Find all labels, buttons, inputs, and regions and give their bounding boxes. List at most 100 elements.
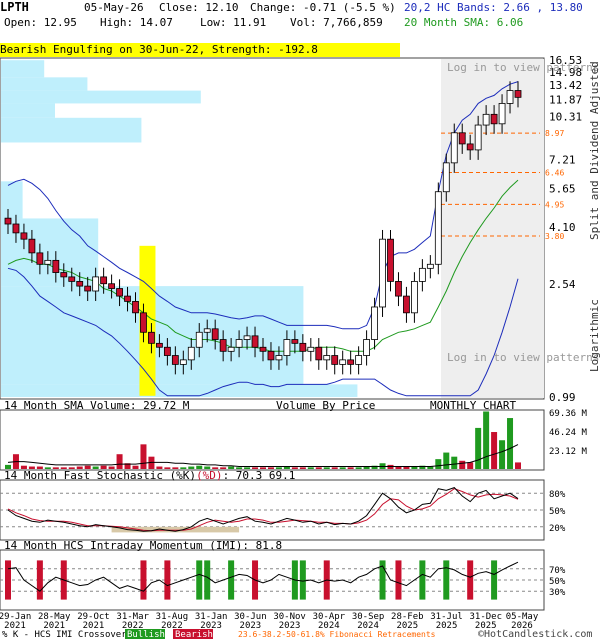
login-notice-top-text: Log in to view patterns in this area — [447, 61, 600, 74]
fib-label-2: 4.95 — [545, 200, 564, 209]
imi-line — [7, 561, 519, 592]
login-notice-bottom[interactable]: Log in to view patterns in this area — [447, 351, 600, 364]
bullish-marker-37 — [299, 560, 306, 600]
footer-legend: % K - HCS IMI Crossover: — [2, 630, 132, 640]
volume-bar-59 — [475, 427, 482, 469]
candle-body-64 — [514, 90, 522, 98]
candle-body-47 — [379, 238, 386, 308]
candle-body-15 — [124, 295, 131, 302]
monthly-title: MONTHLY CHART — [430, 399, 516, 412]
candle-body-63 — [506, 90, 514, 104]
volume-bar-54 — [435, 459, 442, 469]
candle-body-14 — [116, 288, 123, 297]
candle-body-52 — [418, 267, 426, 282]
stoch-tick-80: 80% — [549, 490, 566, 500]
candle-body-29 — [235, 339, 243, 348]
candle-body-53 — [426, 263, 434, 269]
candle-body-1 — [12, 223, 20, 234]
candle-body-4 — [36, 252, 44, 265]
bullish-label: Bullish — [127, 630, 165, 640]
candle-body-46 — [371, 306, 378, 340]
volume-bar-37 — [299, 467, 306, 469]
candle-body-2 — [20, 232, 28, 240]
candle-body-6 — [52, 259, 60, 273]
candle-body-21 — [171, 355, 179, 365]
volume-title: 14 Month SMA Volume: 29.72 M — [4, 399, 190, 412]
bullish-marker-55 — [443, 560, 450, 600]
volume-tick-0: 69.36 M — [549, 409, 588, 419]
vbp-bar-4 — [1, 117, 142, 143]
candle-body-58 — [466, 143, 474, 151]
volume-bar-14 — [116, 454, 123, 469]
candle-body-48 — [387, 238, 394, 282]
candle-body-28 — [227, 346, 235, 352]
candle-body-45 — [363, 339, 370, 356]
bearish-marker-17 — [140, 560, 147, 600]
bullish-marker-28 — [228, 560, 235, 600]
volume-bar-64 — [515, 462, 521, 469]
login-notice-top[interactable]: Log in to view patterns in this area — [447, 61, 600, 74]
imi-tick-70: 70% — [549, 566, 566, 576]
candle-body-40 — [323, 355, 331, 361]
candle-body-36 — [291, 339, 299, 344]
candle-body-9 — [76, 281, 84, 287]
candle-body-43 — [347, 359, 355, 365]
candle-body-13 — [108, 283, 115, 289]
adjusted-title: Split and Dividend Adjusted — [588, 61, 600, 240]
bullish-marker-25 — [204, 560, 211, 600]
candle-body-35 — [283, 339, 291, 356]
candle-body-23 — [187, 346, 195, 361]
candle-body-31 — [251, 335, 259, 348]
vbp-bar-0 — [1, 60, 45, 78]
candle-body-61 — [490, 113, 498, 125]
candle-body-49 — [395, 281, 402, 297]
candle-body-0 — [4, 217, 12, 225]
volume-bar-43 — [347, 467, 354, 469]
bullish-marker-52 — [419, 560, 426, 600]
candle-body-55 — [442, 162, 450, 193]
vbp-bar-1 — [1, 77, 88, 91]
candle-body-26 — [211, 328, 219, 340]
candle-body-25 — [203, 328, 211, 333]
volume-tick-2: 23.12 M — [549, 447, 588, 457]
volume-tick-1: 46.24 M — [549, 428, 588, 438]
bullish-marker-24 — [196, 560, 203, 600]
candle-body-57 — [458, 132, 466, 145]
volume-bar-62 — [499, 440, 506, 469]
price-tick-13: 0.99 — [549, 391, 576, 404]
volume-sma-line — [7, 444, 519, 467]
volume-bar-39 — [315, 467, 322, 469]
imi-title: 14 Month HCS Intraday Momentum (IMI): 81… — [4, 539, 282, 552]
stoch-title-values: : 70.3 69.1 — [223, 469, 296, 482]
candle-body-18 — [148, 331, 155, 344]
candle-body-20 — [163, 346, 171, 356]
candle-body-8 — [68, 276, 76, 282]
candle-body-39 — [315, 346, 323, 361]
candle-body-17 — [140, 312, 147, 333]
vbp-bar-5 — [1, 181, 23, 219]
candle-body-5 — [44, 259, 52, 265]
volume-bar-56 — [451, 456, 458, 469]
stoch-title: 14 Month Fast Stochastic (%K)(%D): 70.3 … — [4, 469, 295, 482]
bearish-marker-58 — [467, 560, 474, 600]
candle-body-7 — [60, 272, 68, 278]
fib-label-0: 8.97 — [545, 129, 564, 138]
price-tick-4: 10.31 — [549, 111, 582, 124]
login-overlay — [441, 59, 544, 398]
candle-body-10 — [84, 285, 92, 292]
stoch-title-d: (%D) — [196, 469, 223, 482]
candle-body-37 — [299, 342, 307, 352]
candle-body-11 — [92, 276, 100, 292]
candle-body-38 — [307, 346, 315, 352]
price-tick-3: 11.87 — [549, 94, 582, 107]
candle-body-16 — [132, 301, 139, 314]
volume-bar-17 — [140, 444, 147, 469]
price-tick-10: 4.10 — [549, 221, 576, 234]
stoch-tick-20: 20% — [549, 524, 566, 534]
candle-body-32 — [259, 346, 267, 352]
candle-body-59 — [474, 124, 482, 151]
stoch-tick-50: 50% — [549, 507, 566, 517]
candle-body-34 — [275, 355, 283, 361]
volume-bar-58 — [467, 462, 474, 469]
volume-bar-44 — [355, 467, 362, 469]
